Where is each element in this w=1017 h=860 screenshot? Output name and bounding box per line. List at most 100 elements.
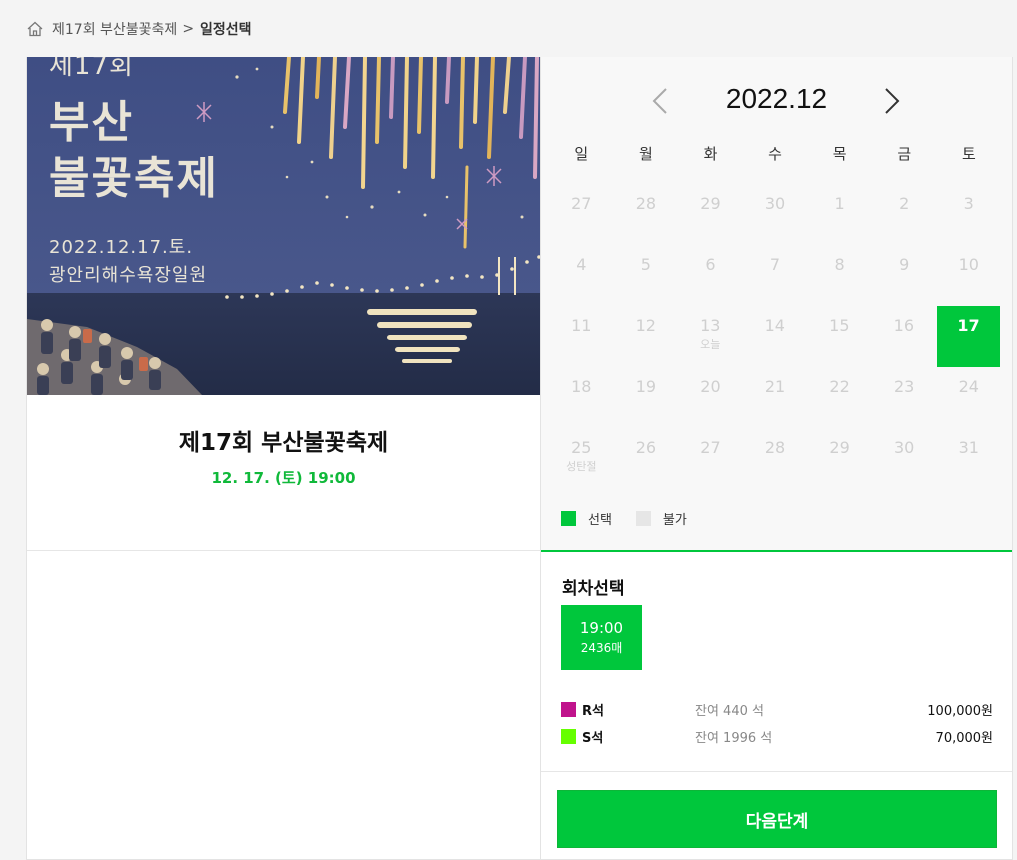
legend-selected-swatch: [561, 511, 576, 526]
calendar-month: 2022.12: [725, 83, 828, 114]
calendar-week-row: 25 성탄절 26 27 28 29 30 31: [549, 428, 1001, 489]
day-number: 29: [700, 194, 721, 213]
calendar-day: 29: [678, 184, 743, 245]
calendar-day: 14: [743, 306, 808, 367]
weekday-label: 월: [638, 145, 653, 163]
seat-row-s: S석 잔여 1996 석 70,000원: [561, 726, 993, 746]
day-number: 20: [700, 377, 721, 396]
day-number: 8: [834, 255, 845, 274]
next-step-button[interactable]: 다음단계: [557, 790, 997, 848]
weekday-label: 일: [574, 145, 589, 163]
seat-row-r: R석 잔여 440 석 100,000원: [561, 699, 993, 719]
day-note: 오늘: [700, 338, 721, 351]
calendar-day: 27: [549, 184, 614, 245]
day-number: 26: [635, 438, 657, 457]
poster-title-line2: 불꽃축제: [49, 153, 219, 204]
calendar-header: 2022.12: [541, 81, 1012, 121]
day-number: 3: [963, 194, 974, 213]
day-number: 25: [571, 438, 592, 457]
calendar-day: 4: [549, 245, 614, 306]
day-number: 10: [958, 255, 979, 274]
day-number: 12: [635, 316, 656, 335]
seat-grade: S석: [582, 730, 604, 746]
legend-unavailable-swatch: [635, 511, 651, 526]
poster-title: 부산 불꽃축제: [49, 95, 219, 207]
event-panel: 제17회 부산 불꽃축제 2022.12.17.토. 광안리해수욕장일원 제17…: [26, 57, 542, 860]
calendar-day: 12: [614, 306, 679, 367]
calendar-day: 19: [614, 367, 679, 428]
calendar-day: 22: [807, 367, 872, 428]
breadcrumb-current: 일정선택: [200, 22, 252, 38]
calendar-day: 26: [614, 428, 679, 489]
breadcrumb: 제17회 부산불꽃축제 > 일정선택: [26, 18, 252, 40]
seat-price: 100,000원: [927, 703, 993, 719]
calendar-day: 25 성탄절: [549, 428, 614, 489]
legend-unavailable-label: 불가: [662, 513, 687, 528]
seat-color-swatch: [561, 728, 576, 744]
event-info: 제17회 부산불꽃축제 12. 17. (토) 19:00: [27, 395, 540, 551]
calendar-day: 10: [936, 245, 1001, 306]
calendar-day: 30: [743, 184, 808, 245]
weekday-label: 토: [961, 145, 976, 163]
calendar-day: 28: [614, 184, 679, 245]
calendar: 2022.12 일월화수목금토 27 28 29 30 1 2 3 4 5 6 7 8 9 10 11 12 1…: [541, 57, 1012, 552]
day-number: 4: [576, 255, 587, 274]
session-option-button[interactable]: 19:00 2436매: [561, 605, 642, 670]
day-number: 31: [958, 438, 979, 457]
calendar-day: 8: [807, 245, 872, 306]
seat-price: 70,000원: [935, 730, 993, 746]
session-title: 회차선택: [562, 579, 625, 599]
poster-date: 2022.12.17.토.: [49, 237, 194, 258]
calendar-day-selected[interactable]: 17: [937, 306, 1001, 367]
calendar-week-row: 4 5 6 7 8 9 10: [549, 245, 1001, 306]
legend-selected-label: 선택: [588, 513, 612, 528]
day-number: 29: [829, 438, 850, 457]
calendar-day: 15: [807, 306, 872, 367]
day-number: 11: [571, 316, 592, 335]
day-number: 23: [894, 377, 915, 396]
day-number: 19: [635, 377, 657, 396]
day-number: 13: [700, 316, 721, 335]
calendar-day: 1: [807, 184, 872, 245]
day-number: 27: [700, 438, 721, 457]
day-number: 28: [635, 194, 657, 213]
calendar-day: 31: [936, 428, 1001, 489]
event-title: 제17회 부산불꽃축제: [178, 430, 389, 456]
breadcrumb-parent[interactable]: 제17회 부산불꽃축제: [52, 19, 177, 39]
home-icon[interactable]: [26, 20, 44, 38]
day-number: 15: [829, 316, 850, 335]
calendar-day: 18: [549, 367, 614, 428]
session-section: 회차선택 19:00 2436매 R석 잔여 440 석 100,000원 S석…: [541, 554, 1012, 772]
weekday-label: 금: [897, 145, 912, 163]
seat-color-swatch: [561, 701, 576, 717]
poster-venue: 광안리해수욕장일원: [49, 265, 208, 286]
calendar-day: 6: [678, 245, 743, 306]
day-number: 30: [894, 438, 915, 457]
weekday-label: 목: [832, 145, 847, 163]
weekday-label: 화: [703, 145, 718, 163]
calendar-week-row: 27 28 29 30 1 2 3: [549, 184, 1001, 245]
day-number: 9: [899, 255, 910, 274]
day-number: 2: [899, 194, 910, 213]
seat-remaining: 잔여 440 석: [695, 703, 764, 719]
day-number: 21: [764, 377, 786, 396]
day-number: 24: [958, 377, 979, 396]
day-number: 5: [640, 255, 651, 274]
legend-unavailable: 불가: [635, 509, 687, 528]
breadcrumb-separator: >: [182, 21, 195, 37]
calendar-day: 9: [872, 245, 937, 306]
day-note: 성탄절: [566, 460, 597, 473]
calendar-day: 28: [743, 428, 808, 489]
seat-grade: R석: [582, 703, 604, 719]
session-ticket-count: 2436매: [580, 641, 623, 655]
calendar-day: 2: [872, 184, 937, 245]
calendar-day: 3: [936, 184, 1001, 245]
next-month-icon[interactable]: [876, 85, 906, 117]
day-number: 1: [834, 194, 845, 213]
weekday-label: 수: [768, 145, 782, 163]
day-number: 6: [705, 255, 716, 274]
poster-title-line1: 부산: [49, 97, 134, 148]
calendar-week-row: 11 12 13 오늘 14 15 16 17: [549, 306, 1001, 367]
day-number: 7: [769, 255, 781, 274]
day-number: 17: [957, 316, 980, 335]
